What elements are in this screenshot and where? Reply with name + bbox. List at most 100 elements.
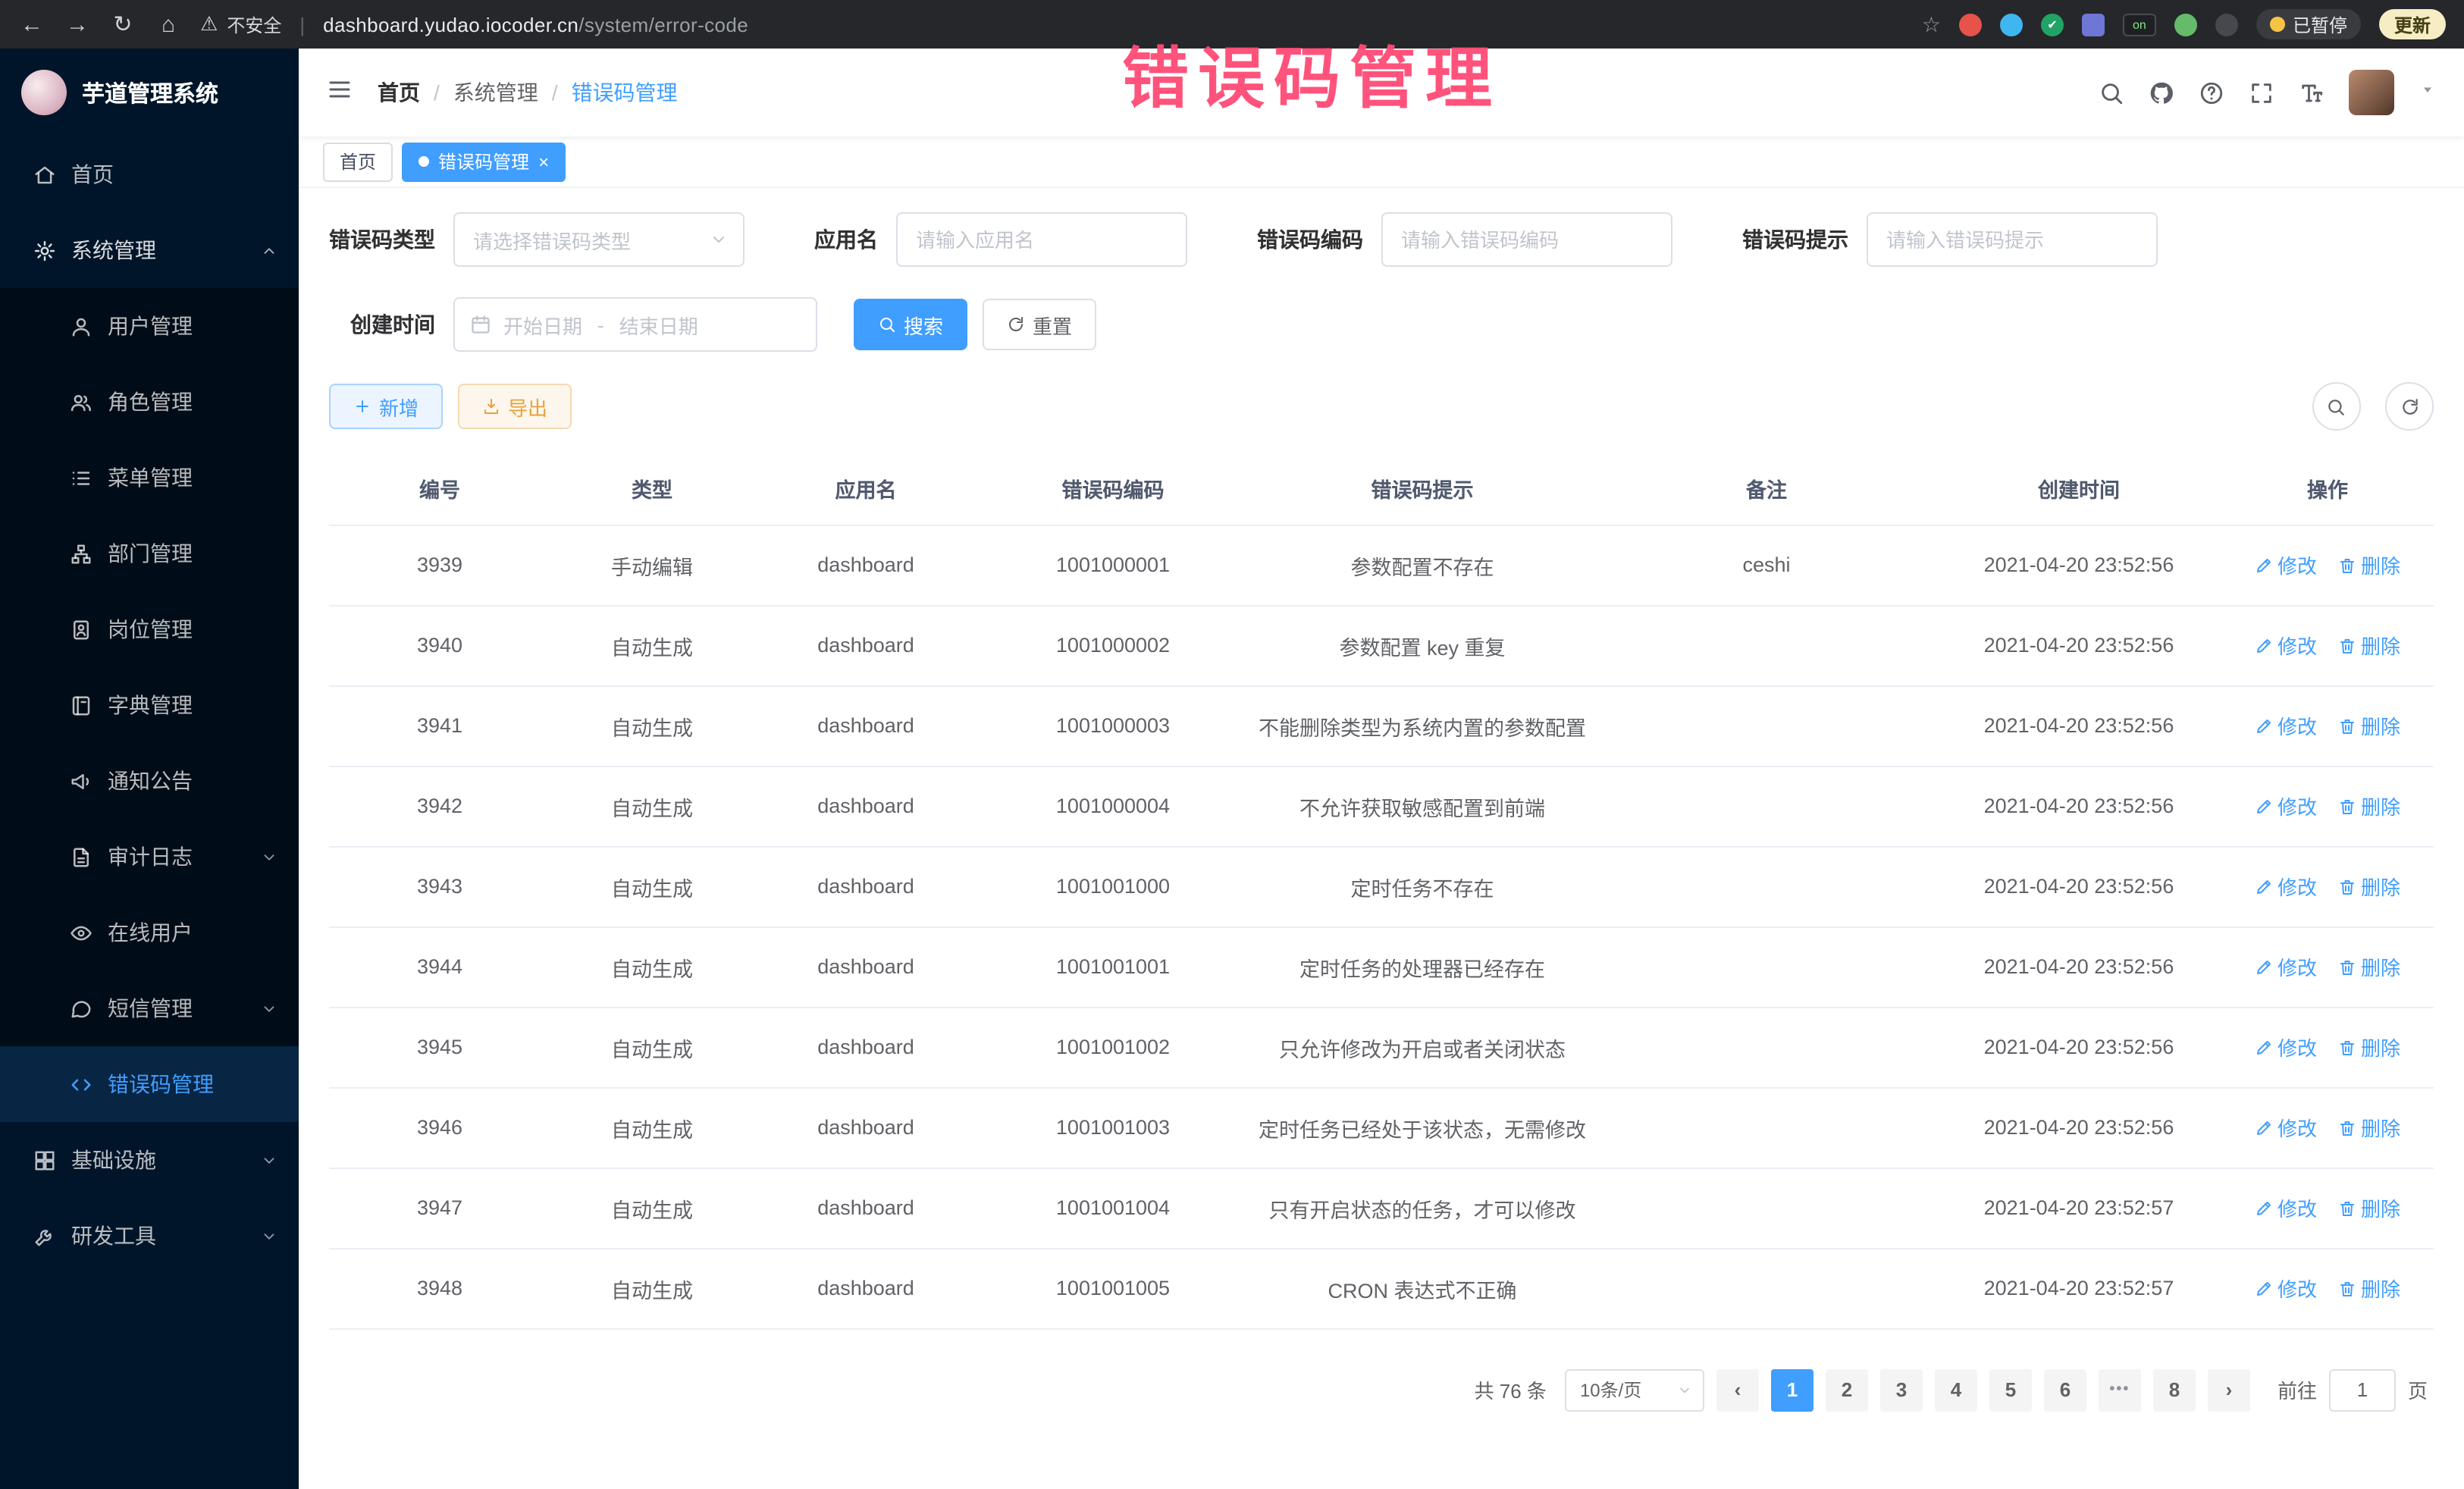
edit-link[interactable]: 修改 xyxy=(2255,792,2317,820)
page-button[interactable]: 8 xyxy=(2153,1368,2196,1411)
delete-link[interactable]: 删除 xyxy=(2338,1193,2400,1222)
browser-forward-icon[interactable]: → xyxy=(64,11,91,37)
github-link[interactable] xyxy=(2149,80,2174,105)
breadcrumb-separator: / xyxy=(552,80,558,105)
sidebar-item-error-codes[interactable]: 错误码管理 xyxy=(0,1046,299,1122)
app-logo[interactable]: 芋道管理系统 xyxy=(0,49,299,136)
search-button[interactable]: 搜索 xyxy=(854,299,967,350)
user-menu-button[interactable] xyxy=(2419,79,2437,106)
page-button[interactable]: 3 xyxy=(1880,1368,1923,1411)
trash-icon xyxy=(2338,716,2356,735)
error-type-select[interactable]: 请选择错误码类型 xyxy=(453,212,745,267)
goto-page-input[interactable] xyxy=(2329,1368,2396,1411)
sidebar-item-menus[interactable]: 菜单管理 xyxy=(0,440,299,516)
user-avatar[interactable] xyxy=(2349,70,2394,115)
edit-link[interactable]: 修改 xyxy=(2255,550,2317,579)
edit-link[interactable]: 修改 xyxy=(2255,952,2317,981)
address-bar[interactable]: dashboard.yudao.iocoder.cn/system/error-… xyxy=(323,13,748,36)
delete-link[interactable]: 删除 xyxy=(2338,1113,2400,1142)
header-search-button[interactable] xyxy=(2099,80,2124,105)
page-button[interactable]: 4 xyxy=(1935,1368,1977,1411)
export-button[interactable]: 导出 xyxy=(458,384,572,429)
help-button[interactable] xyxy=(2199,80,2224,105)
browser-extension-icon[interactable] xyxy=(2000,13,2023,36)
trash-icon xyxy=(2338,1199,2356,1217)
browser-extension-icon[interactable] xyxy=(2174,13,2197,36)
delete-link[interactable]: 删除 xyxy=(2338,872,2400,901)
sidebar-group-infrastructure[interactable]: 基础设施 xyxy=(0,1122,299,1198)
prev-page-button[interactable]: ‹ xyxy=(1716,1368,1759,1411)
sidebar-item-notices[interactable]: 通知公告 xyxy=(0,743,299,819)
sidebar-item-posts[interactable]: 岗位管理 xyxy=(0,591,299,667)
sidebar-item-label: 部门管理 xyxy=(108,538,193,569)
delete-link[interactable]: 删除 xyxy=(2338,550,2400,579)
sidebar-item-dictionary[interactable]: 字典管理 xyxy=(0,667,299,743)
cell-type: 自动生成 xyxy=(550,1007,754,1087)
browser-extension-icon[interactable] xyxy=(2082,13,2105,36)
delete-link[interactable]: 删除 xyxy=(2338,711,2400,740)
tab-close-icon[interactable]: × xyxy=(538,152,549,171)
cell-code: 1001000001 xyxy=(978,525,1248,605)
page-button[interactable]: 6 xyxy=(2044,1368,2086,1411)
browser-extension-icon[interactable] xyxy=(2215,13,2238,36)
delete-link[interactable]: 删除 xyxy=(2338,952,2400,981)
browser-extension-icon[interactable]: ✔ xyxy=(2041,13,2064,36)
update-button[interactable]: 更新 xyxy=(2379,9,2446,39)
page-button[interactable]: 2 xyxy=(1826,1368,1868,1411)
date-range-picker[interactable]: 开始日期 - 结束日期 xyxy=(453,297,817,352)
breadcrumb-home[interactable]: 首页 xyxy=(378,77,420,108)
fullscreen-button[interactable] xyxy=(2249,80,2274,105)
reset-button[interactable]: 重置 xyxy=(983,299,1096,350)
trash-icon xyxy=(2338,1038,2356,1056)
edit-link[interactable]: 修改 xyxy=(2255,1193,2317,1222)
browser-back-icon[interactable]: ← xyxy=(18,11,45,37)
sidebar-item-users[interactable]: 用户管理 xyxy=(0,288,299,364)
collapse-sidebar-button[interactable] xyxy=(326,75,353,110)
sidebar-group-dev-tools[interactable]: 研发工具 xyxy=(0,1198,299,1274)
browser-extension-icon[interactable]: on xyxy=(2123,13,2156,36)
sidebar-group-audit-logs[interactable]: 审计日志 xyxy=(0,819,299,895)
show-search-toggle-button[interactable] xyxy=(2312,382,2360,431)
annotation-title: 错误码管理 xyxy=(1122,24,1501,121)
next-page-button[interactable]: › xyxy=(2208,1368,2250,1411)
browser-home-icon[interactable]: ⌂ xyxy=(155,11,182,37)
edit-link[interactable]: 修改 xyxy=(2255,631,2317,660)
pager-ellipsis[interactable]: ••• xyxy=(2099,1368,2141,1411)
sidebar-group-system[interactable]: 系统管理 xyxy=(0,212,299,288)
delete-link[interactable]: 删除 xyxy=(2338,1033,2400,1061)
page-size-select[interactable]: 10条/页 xyxy=(1565,1368,1704,1411)
refresh-table-button[interactable] xyxy=(2385,382,2434,431)
sidebar-item-roles[interactable]: 角色管理 xyxy=(0,364,299,440)
sidebar-item-home[interactable]: 首页 xyxy=(0,136,299,212)
pagination: 共 76 条 10条/页 ‹ 123456•••8 › 前往 页 xyxy=(335,1368,2428,1411)
edit-link[interactable]: 修改 xyxy=(2255,1033,2317,1061)
edit-link[interactable]: 修改 xyxy=(2255,872,2317,901)
edit-link[interactable]: 修改 xyxy=(2255,1113,2317,1142)
tab-error-codes[interactable]: 错误码管理 × xyxy=(402,142,566,181)
add-button[interactable]: 新增 xyxy=(329,384,443,429)
font-size-button[interactable] xyxy=(2299,80,2324,105)
delete-link[interactable]: 删除 xyxy=(2338,631,2400,660)
page-button[interactable]: 1 xyxy=(1771,1368,1814,1411)
error-message-input[interactable] xyxy=(1867,212,2158,267)
cell-id: 3947 xyxy=(329,1168,550,1248)
refresh-icon xyxy=(1007,315,1025,334)
page-button[interactable]: 5 xyxy=(1989,1368,2032,1411)
cell-app: dashboard xyxy=(754,605,978,685)
paused-badge[interactable]: 已暂停 xyxy=(2256,9,2361,39)
edit-link[interactable]: 修改 xyxy=(2255,1274,2317,1302)
app-name-input[interactable] xyxy=(896,212,1187,267)
sidebar-item-departments[interactable]: 部门管理 xyxy=(0,516,299,591)
error-code-input[interactable] xyxy=(1381,212,1672,267)
security-chip[interactable]: ⚠ 不安全 xyxy=(200,11,281,37)
sidebar-group-sms[interactable]: 短信管理 xyxy=(0,970,299,1046)
bookmark-star-icon[interactable]: ☆ xyxy=(1922,11,1941,37)
delete-link[interactable]: 删除 xyxy=(2338,1274,2400,1302)
breadcrumb-section[interactable]: 系统管理 xyxy=(453,77,538,108)
delete-link[interactable]: 删除 xyxy=(2338,792,2400,820)
sidebar-item-online-users[interactable]: 在线用户 xyxy=(0,895,299,970)
browser-reload-icon[interactable]: ↻ xyxy=(109,11,136,38)
browser-extension-icon[interactable] xyxy=(1959,13,1982,36)
tab-home[interactable]: 首页 xyxy=(323,142,393,181)
edit-link[interactable]: 修改 xyxy=(2255,711,2317,740)
